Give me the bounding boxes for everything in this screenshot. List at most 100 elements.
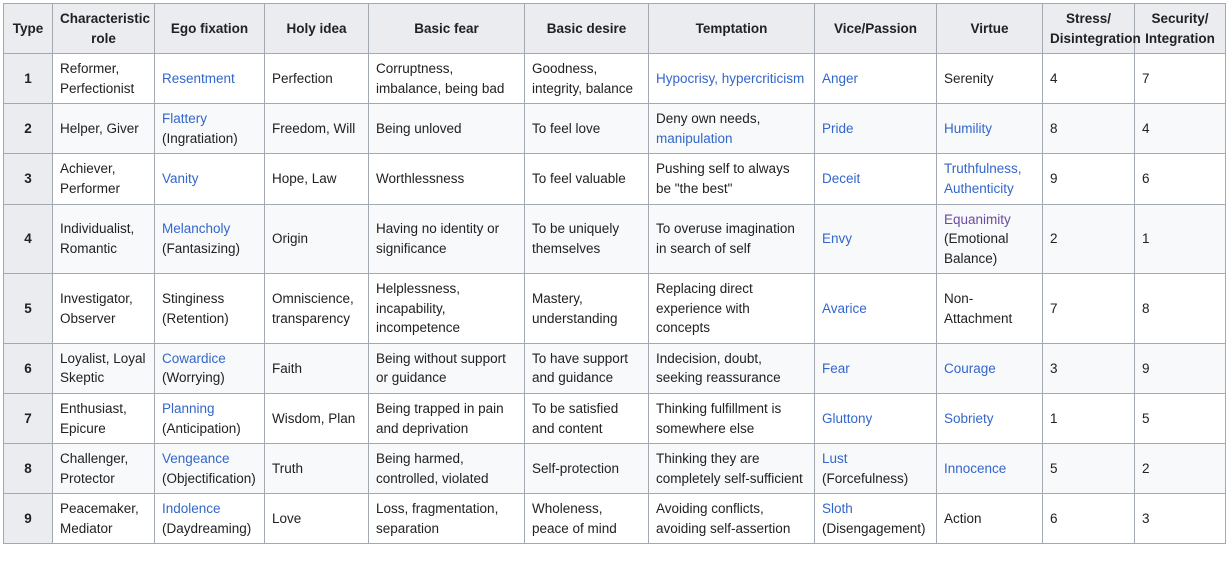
ego-fixation-primary[interactable]: Resentment bbox=[162, 69, 257, 89]
cell-holy-idea: Origin bbox=[264, 203, 369, 275]
ego-fixation-link[interactable]: Flattery bbox=[162, 111, 207, 126]
temptation-link[interactable]: manipulation bbox=[656, 131, 733, 146]
vice-passion-primary[interactable]: Anger bbox=[822, 69, 929, 89]
vice-passion-link[interactable]: Pride bbox=[822, 121, 854, 136]
vice-passion-link[interactable]: Lust bbox=[822, 451, 848, 466]
ego-fixation-primary[interactable]: Flattery bbox=[162, 109, 257, 129]
row-header-type-number: 3 bbox=[3, 153, 53, 205]
cell-holy-idea: Freedom, Will bbox=[264, 103, 369, 155]
vice-passion-link[interactable]: Envy bbox=[822, 231, 852, 246]
cell-temptation: Avoiding conflicts, avoiding self-assert… bbox=[648, 493, 815, 545]
column-header-fear-label: Basic fear bbox=[414, 20, 479, 36]
table-row: 1 Reformer, Perfectionist Resentment Perfec… bbox=[3, 53, 1226, 105]
cell-security-integration: 6 bbox=[1134, 153, 1226, 205]
cell-basic-desire: Self-protection bbox=[524, 443, 649, 495]
ego-fixation-paren: (Fantasizing) bbox=[162, 240, 241, 256]
cell-characteristic-role: Reformer, Perfectionist bbox=[52, 53, 155, 105]
virtue-link[interactable]: Innocence bbox=[944, 461, 1006, 476]
ego-fixation-primary[interactable]: Vengeance bbox=[162, 449, 257, 469]
ego-fixation-link[interactable]: Vengeance bbox=[162, 451, 230, 466]
virtue-primary[interactable]: Equanimity bbox=[944, 210, 1035, 230]
vice-passion-link[interactable]: Anger bbox=[822, 71, 858, 86]
vice-passion-link[interactable]: Sloth bbox=[822, 501, 853, 516]
virtue-link[interactable]: Truthfulness, Authenticity bbox=[944, 161, 1022, 196]
ego-fixation-link[interactable]: Planning bbox=[162, 401, 215, 416]
table-row: 5 Investigator, Observer Stinginess (Retent… bbox=[3, 273, 1226, 344]
virtue-primary[interactable]: Truthfulness, Authenticity bbox=[944, 159, 1035, 198]
vice-passion-primary[interactable]: Lust bbox=[822, 449, 929, 469]
cell-security-integration: 9 bbox=[1134, 342, 1226, 395]
column-header-basic-fear: Basic fear bbox=[368, 2, 525, 55]
column-header-virtue-label: Virtue bbox=[970, 20, 1009, 36]
cell-stress-disintegration: 2 bbox=[1042, 203, 1135, 275]
column-header-holy-idea: Holy idea bbox=[264, 2, 369, 55]
enneagram-table-container: Type Characteristic role Ego fixation Ho… bbox=[0, 0, 1228, 545]
temptation-text: Deny own needs, bbox=[656, 111, 761, 127]
vice-passion-primary[interactable]: Avarice bbox=[822, 299, 929, 319]
ego-fixation-primary[interactable]: Melancholy bbox=[162, 219, 257, 239]
cell-security-integration: 7 bbox=[1134, 53, 1226, 105]
virtue-primary[interactable]: Humility bbox=[944, 119, 1035, 139]
ego-fixation-link[interactable]: Melancholy bbox=[162, 221, 230, 236]
cell-temptation: Replacing direct experience with concept… bbox=[648, 273, 815, 344]
ego-fixation-link[interactable]: Resentment bbox=[162, 71, 235, 86]
virtue-text: Action bbox=[944, 511, 982, 527]
row-header-type-number: 5 bbox=[3, 273, 53, 344]
virtue-primary[interactable]: Courage bbox=[944, 359, 1035, 379]
cell-basic-fear: Being harmed, controlled, violated bbox=[368, 443, 525, 495]
ego-fixation-primary[interactable]: Indolence bbox=[162, 499, 257, 519]
virtue-link[interactable]: Sobriety bbox=[944, 411, 994, 426]
column-header-type: Type bbox=[3, 2, 53, 55]
ego-fixation-link[interactable]: Indolence bbox=[162, 501, 221, 516]
cell-temptation: Deny own needs, manipulation bbox=[648, 103, 815, 155]
vice-passion-paren: (Forcefulness) bbox=[822, 470, 909, 486]
cell-ego-fixation: Resentment bbox=[154, 53, 265, 105]
cell-basic-fear: Being trapped in pain and deprivation bbox=[368, 392, 525, 445]
vice-passion-link[interactable]: Avarice bbox=[822, 301, 867, 316]
cell-virtue: Non-Attachment bbox=[936, 273, 1043, 344]
cell-ego-fixation: Flattery (Ingratiation) bbox=[154, 103, 265, 155]
column-header-ego-fixation: Ego fixation bbox=[154, 2, 265, 55]
ego-fixation-link[interactable]: Vanity bbox=[162, 171, 199, 186]
cell-virtue: Serenity bbox=[936, 53, 1043, 105]
cell-virtue: Innocence bbox=[936, 443, 1043, 495]
temptation-link[interactable]: Hypocrisy, hypercriticism bbox=[656, 71, 804, 86]
vice-passion-primary[interactable]: Gluttony bbox=[822, 409, 929, 429]
column-header-basic-desire: Basic desire bbox=[524, 2, 649, 55]
cell-vice-passion: Fear bbox=[814, 342, 937, 395]
virtue-primary[interactable]: Innocence bbox=[944, 459, 1035, 479]
cell-characteristic-role: Peacemaker, Mediator bbox=[52, 493, 155, 545]
vice-passion-link[interactable]: Fear bbox=[822, 361, 850, 376]
table-row: 9 Peacemaker, Mediator Indolence (Daydreami… bbox=[3, 493, 1226, 545]
vice-passion-primary[interactable]: Envy bbox=[822, 229, 929, 249]
ego-fixation-primary[interactable]: Cowardice bbox=[162, 349, 257, 369]
cell-characteristic-role: Enthusiast, Epicure bbox=[52, 392, 155, 445]
cell-stress-disintegration: 3 bbox=[1042, 342, 1135, 395]
virtue-link[interactable]: Courage bbox=[944, 361, 996, 376]
vice-passion-primary[interactable]: Fear bbox=[822, 359, 929, 379]
vice-passion-link[interactable]: Deceit bbox=[822, 171, 860, 186]
cell-virtue: Equanimity (Emotional Balance) bbox=[936, 203, 1043, 275]
cell-stress-disintegration: 9 bbox=[1042, 153, 1135, 205]
cell-basic-desire: Mastery, understanding bbox=[524, 273, 649, 344]
ego-fixation-paren: (Ingratiation) bbox=[162, 130, 238, 146]
row-header-type-number: 8 bbox=[3, 443, 53, 495]
cell-ego-fixation: Stinginess (Retention) bbox=[154, 273, 265, 344]
vice-passion-primary[interactable]: Deceit bbox=[822, 169, 929, 189]
ego-fixation-link[interactable]: Cowardice bbox=[162, 351, 226, 366]
virtue-primary[interactable]: Sobriety bbox=[944, 409, 1035, 429]
virtue-link[interactable]: Humility bbox=[944, 121, 992, 136]
ego-fixation-primary: Stinginess bbox=[162, 289, 257, 309]
vice-passion-link[interactable]: Gluttony bbox=[822, 411, 872, 426]
vice-passion-primary[interactable]: Pride bbox=[822, 119, 929, 139]
ego-fixation-paren: (Anticipation) bbox=[162, 420, 241, 436]
ego-fixation-primary[interactable]: Vanity bbox=[162, 169, 257, 189]
cell-basic-fear: Being without support or guidance bbox=[368, 342, 525, 395]
virtue-link[interactable]: Equanimity bbox=[944, 212, 1011, 227]
ego-fixation-primary[interactable]: Planning bbox=[162, 399, 257, 419]
cell-characteristic-role: Investigator, Observer bbox=[52, 273, 155, 344]
cell-security-integration: 1 bbox=[1134, 203, 1226, 275]
cell-holy-idea: Hope, Law bbox=[264, 153, 369, 205]
ego-fixation-paren: (Retention) bbox=[162, 310, 229, 326]
vice-passion-primary[interactable]: Sloth bbox=[822, 499, 929, 519]
